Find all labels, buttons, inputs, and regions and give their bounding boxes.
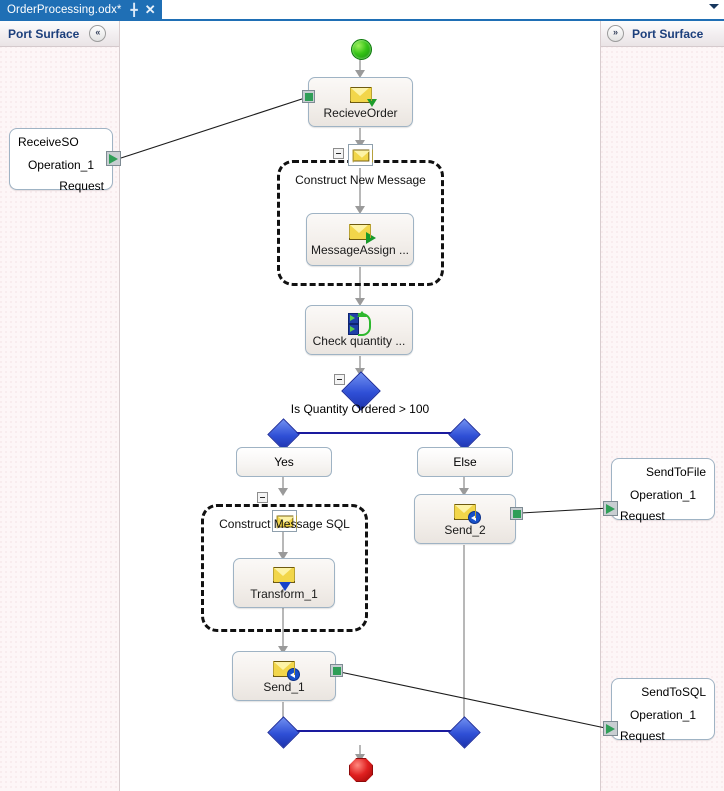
left-port-surface: Port Surface « ReceiveSO Operation_1 Req… — [0, 21, 120, 791]
port-operation: Operation_1 — [629, 708, 697, 722]
construct-message-icon — [348, 144, 373, 166]
port-operation: Operation_1 — [629, 488, 697, 502]
shape-label: RecieveOrder — [323, 105, 398, 120]
send-2-port-connector[interactable] — [510, 507, 523, 520]
port-message: Request — [620, 509, 665, 523]
sendtosql-connector-icon[interactable] — [603, 721, 618, 736]
port-sendtosql[interactable]: SendToSQL Operation_1 Request — [611, 678, 715, 743]
branch-diamond-yes[interactable] — [267, 418, 300, 451]
branch-join-diamond-left[interactable] — [267, 716, 300, 749]
tab-title: OrderProcessing.odx* — [7, 3, 122, 16]
message-assignment-icon — [349, 222, 376, 244]
decide-label: Is Quantity Ordered > 100 — [290, 402, 430, 416]
port-name: SendToFile — [645, 465, 706, 479]
end-shape[interactable] — [349, 758, 373, 782]
shape-message-assignment[interactable]: MessageAssign ... — [306, 213, 414, 266]
branch-join-diamond-right[interactable] — [448, 716, 481, 749]
expression-loop-icon — [348, 310, 371, 336]
branch-else[interactable]: Else — [417, 447, 513, 477]
send-message-icon — [273, 659, 300, 681]
shape-receive-order[interactable]: RecieveOrder — [308, 77, 413, 127]
begin-shape[interactable] — [351, 39, 372, 60]
port-name: ReceiveSO — [18, 135, 79, 149]
collapse-minus-icon-construct-new-message[interactable] — [333, 148, 344, 159]
chevron-double-right-icon[interactable]: » — [607, 25, 624, 42]
right-port-surface: » Port Surface SendToFile Operation_1 Re… — [600, 21, 724, 791]
document-tab-bar: OrderProcessing.odx* ╋ ✕ — [0, 0, 724, 19]
receive-port-connector[interactable] — [302, 90, 315, 103]
shape-label: MessageAssign ... — [310, 243, 410, 257]
shape-label: Check quantity ... — [312, 333, 406, 348]
send-1-port-connector[interactable] — [330, 664, 343, 677]
collapse-minus-icon-construct-message-sql[interactable] — [257, 492, 268, 503]
port-name: SendToSQL — [641, 685, 706, 699]
chevron-down-icon[interactable] — [709, 4, 719, 9]
port-receiveso[interactable]: ReceiveSO Operation_1 Request — [9, 128, 113, 193]
left-port-surface-title: Port Surface — [8, 26, 80, 41]
pin-icon[interactable]: ╋ — [131, 4, 138, 16]
right-port-surface-header: » Port Surface — [601, 21, 724, 47]
port-message: Request — [620, 729, 665, 743]
shape-check-quantity[interactable]: Check quantity ... — [305, 305, 413, 355]
port-sendtofile[interactable]: SendToFile Operation_1 Request — [611, 458, 715, 523]
right-port-surface-title: Port Surface — [632, 26, 704, 41]
port-message: Request — [59, 179, 104, 193]
port-operation: Operation_1 — [27, 158, 95, 172]
biztalk-orchestration-designer: OrderProcessing.odx* ╋ ✕ Port Surface « … — [0, 0, 724, 791]
send-message-icon — [454, 502, 481, 524]
collapse-minus-icon-decide[interactable] — [334, 374, 345, 385]
shape-label: Send_1 — [263, 679, 305, 694]
shape-label: Send_2 — [444, 522, 486, 537]
transform-icon — [273, 566, 295, 591]
receiveso-connector-icon[interactable] — [106, 151, 121, 166]
receive-message-icon — [349, 85, 377, 107]
branch-label: Yes — [274, 455, 294, 469]
left-port-surface-header: Port Surface « — [0, 21, 119, 47]
tab-orderprocessing[interactable]: OrderProcessing.odx* ╋ ✕ — [0, 0, 162, 19]
group-title-construct-message-sql: Construct Message SQL — [219, 517, 350, 531]
shape-transform-1[interactable]: Transform_1 — [233, 558, 335, 608]
sendtofile-connector-icon[interactable] — [603, 501, 618, 516]
group-title-construct-new-message: Construct New Message — [295, 173, 426, 187]
chevron-double-left-icon[interactable]: « — [89, 25, 107, 42]
branch-label: Else — [453, 455, 477, 469]
branch-diamond-else[interactable] — [448, 418, 481, 451]
branch-yes[interactable]: Yes — [236, 447, 332, 477]
close-icon[interactable]: ✕ — [145, 3, 156, 16]
shape-send-1[interactable]: Send_1 — [232, 651, 336, 701]
shape-send-2[interactable]: Send_2 — [414, 494, 516, 544]
